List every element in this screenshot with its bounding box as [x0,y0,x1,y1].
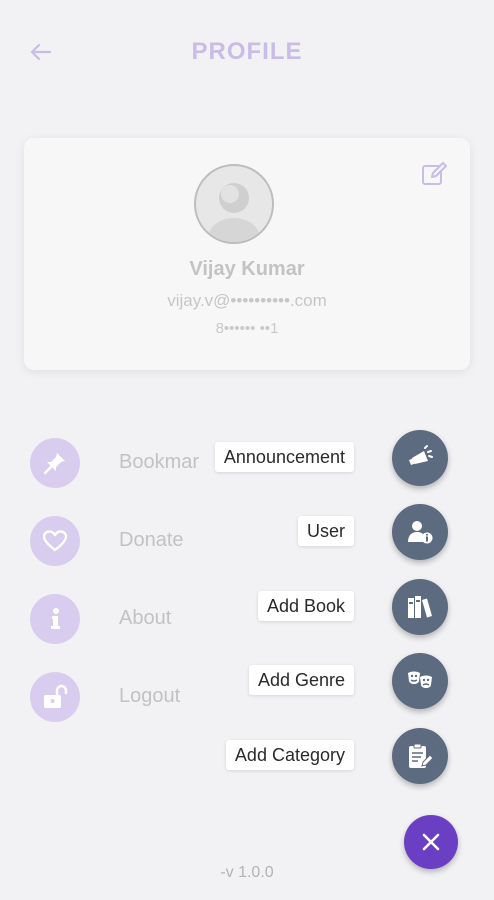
theater-masks-icon [408,671,432,688]
edit-icon[interactable] [420,160,448,188]
user-info-icon [408,521,433,544]
add-genre-button[interactable] [392,653,448,709]
announcement-button[interactable] [392,430,448,486]
unlock-icon [44,684,68,708]
heart-icon [42,530,68,552]
fab-label-add-category[interactable]: Add Category [225,740,354,770]
avatar [194,164,274,244]
menu-item-bookmark-button[interactable] [30,438,80,488]
fab-label-user[interactable]: User [297,516,354,546]
menu-item-about-label[interactable]: About [119,607,171,630]
app-header: PROFILE [0,0,494,100]
menu-item-logout-label[interactable]: Logout [119,685,180,708]
menu-item-about-button[interactable] [30,594,80,644]
profile-name: Vijay Kumar [189,258,305,280]
user-button[interactable] [392,504,448,560]
megaphone-icon [409,445,433,465]
app-version: -v 1.0.0 [220,864,274,881]
profile-phone: 8•••••• ••1 [215,320,279,337]
clipboard-edit-icon [409,743,434,768]
info-icon [51,608,60,629]
fab-label-add-book[interactable]: Add Book [257,591,354,621]
avatar-photo [208,183,260,242]
add-book-button[interactable] [392,579,448,635]
close-icon [422,833,440,851]
close-fab-button[interactable] [404,815,458,869]
add-category-button[interactable] [392,728,448,784]
menu-item-bookmark-label[interactable]: Bookmar [119,451,199,474]
fab-label-add-genre[interactable]: Add Genre [248,665,354,695]
menu-item-donate-label[interactable]: Donate [119,529,184,552]
page-title: PROFILE [191,38,303,65]
profile-email: vijay.v@••••••••••.com [167,291,327,310]
pin-icon [43,453,65,475]
menu-item-donate-button[interactable] [30,516,80,566]
books-icon [408,596,432,618]
fab-label-announcement[interactable]: Announcement [214,442,354,472]
profile-card: Vijay Kumar vijay.v@••••••••••.com 8••••… [24,138,470,370]
menu-item-logout-button[interactable] [30,672,80,722]
